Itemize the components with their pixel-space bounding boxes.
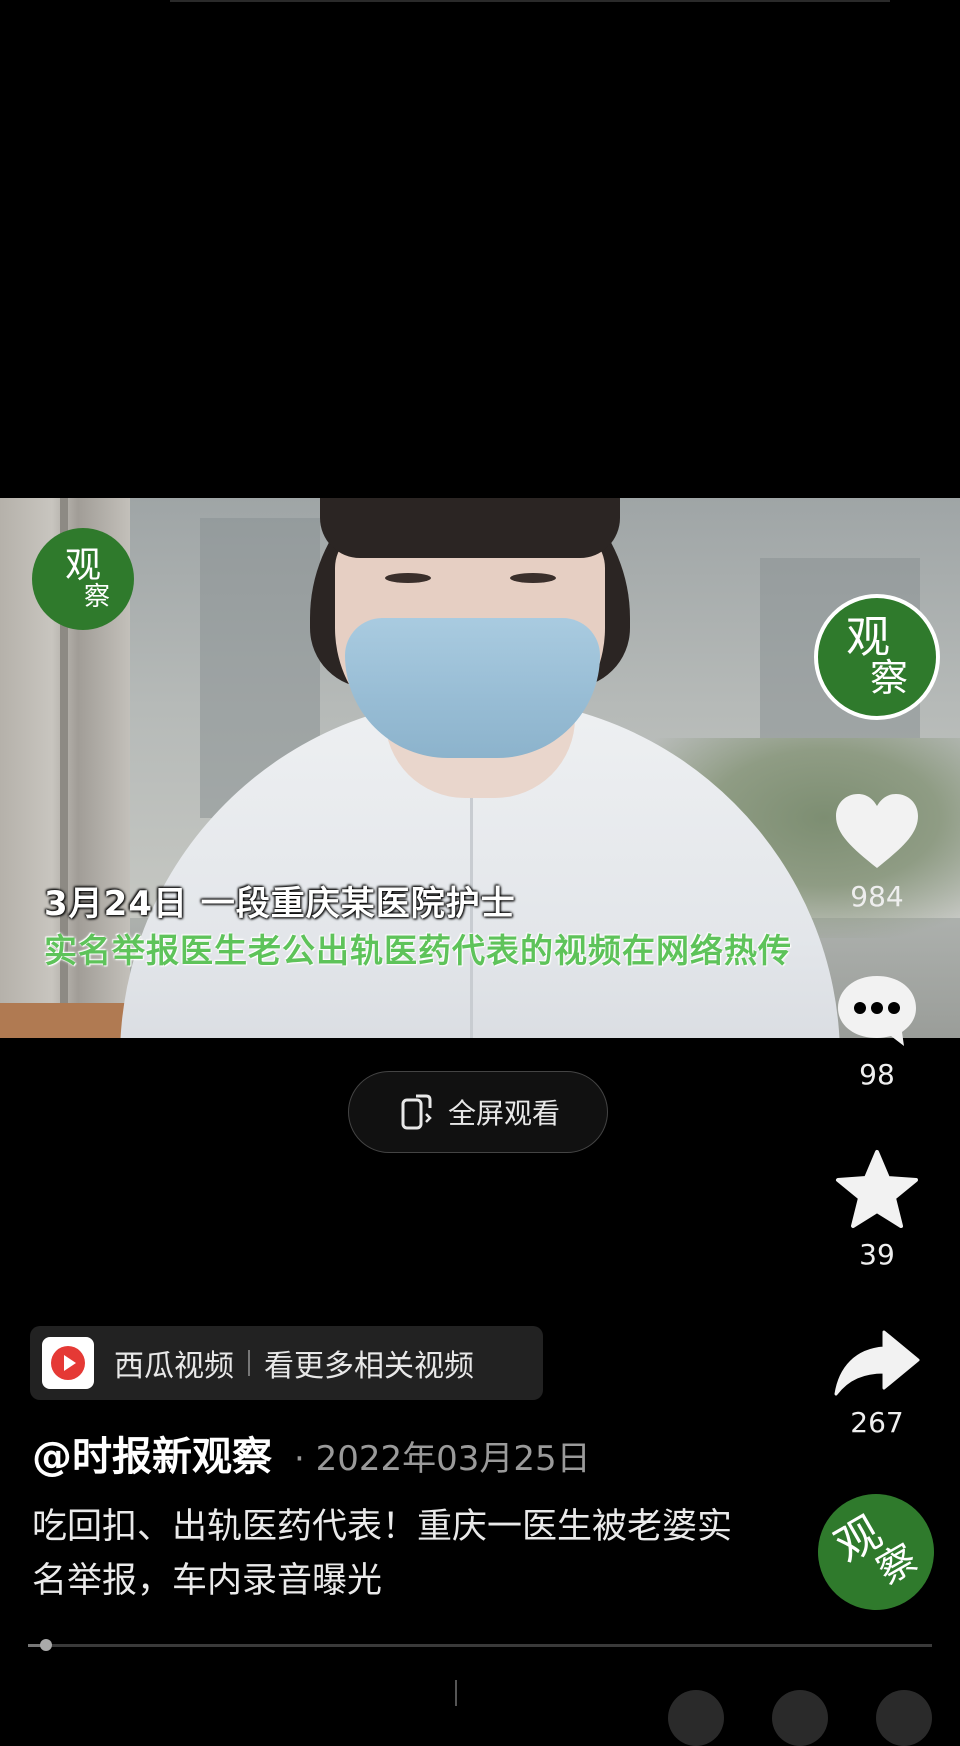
post-meta: @时报新观察 · 2022年03月25日 (32, 1424, 591, 1482)
post-date: · 2022年03月25日 (294, 1439, 591, 1479)
xigua-divider (248, 1350, 250, 1376)
post-description: 吃回扣、出轨医药代表！重庆一医生被老婆实名举报，车内录音曝光 (32, 1507, 733, 1601)
share-arrow-icon (832, 1328, 922, 1402)
heart-icon (832, 790, 922, 876)
video-person-eye (510, 573, 556, 583)
watermark-char-small: 察 (83, 582, 110, 612)
comment-bubble-icon (832, 970, 922, 1054)
peek-avatar (876, 1690, 932, 1746)
video-progress-knob[interactable] (40, 1639, 53, 1651)
like-count: 984 (850, 880, 904, 913)
watermark-char-big: 观 (64, 545, 101, 586)
share-button[interactable]: 267 (817, 1328, 937, 1439)
avatar-char-small: 察 (869, 656, 908, 700)
comment-count: 98 (859, 1058, 895, 1091)
video-subtitle-line2: 实名举报医生老公出轨医药代表的视频在网络热传 (44, 931, 792, 970)
next-item-peek (0, 1676, 960, 1746)
video-window-sill (0, 1003, 140, 1038)
peek-avatar (772, 1690, 828, 1746)
video-progress-bar[interactable] (28, 1639, 932, 1651)
xigua-app-name: 西瓜视频 (114, 1349, 234, 1384)
top-status-strip (170, 0, 890, 2)
author-name[interactable]: @时报新观察 (32, 1424, 272, 1482)
video-watermark-logo: 观 察 (32, 528, 134, 630)
star-icon (834, 1148, 920, 1234)
peek-avatar (668, 1690, 724, 1746)
comment-button[interactable]: 98 (817, 970, 937, 1091)
video-subtitle-line1: 3月24日 一段重庆某医院护士 (44, 884, 516, 924)
video-player[interactable]: 观 察 3月24日 一段重庆某医院护士 实名举报医生老公出轨医药代表的视频在网络… (0, 498, 960, 1038)
favorite-count: 39 (859, 1238, 895, 1271)
avatar-char-big: 观 (846, 612, 890, 663)
favorite-button[interactable]: 39 (817, 1148, 937, 1271)
author-avatar-bottom[interactable]: 观 察 (796, 1472, 956, 1632)
fullscreen-button[interactable]: 全屏观看 (348, 1071, 608, 1153)
author-avatar-top[interactable]: 观 察 (814, 594, 940, 720)
share-count: 267 (850, 1406, 904, 1439)
xigua-video-logo-icon (42, 1337, 94, 1389)
xigua-video-link[interactable]: 西瓜视频 看更多相关视频 (30, 1326, 543, 1400)
rotate-phone-icon (396, 1092, 436, 1132)
video-person-eye (385, 573, 431, 583)
like-button[interactable]: 984 (817, 790, 937, 913)
video-person-bangs (320, 498, 620, 558)
fullscreen-button-label: 全屏观看 (447, 1097, 560, 1130)
xigua-link-text: 看更多相关视频 (264, 1349, 474, 1384)
peek-divider (455, 1680, 457, 1706)
